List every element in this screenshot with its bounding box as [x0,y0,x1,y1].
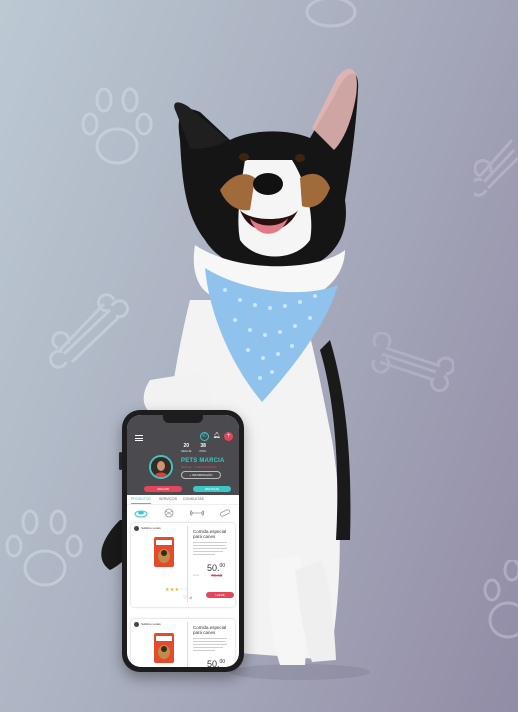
product-description [193,638,231,654]
product-card[interactable]: Sublime Looks Comida especial para canes… [131,619,235,667]
stat-following: 20 SEGUE [181,443,192,453]
avatar[interactable] [149,455,173,479]
profile-subtitle: SEGUE · 1 SEGUIDORES [181,465,217,469]
dog-food-bag-image [154,633,174,663]
product-price: 50.00 [207,563,225,573]
whatsapp-icon[interactable]: ✆ [200,432,209,441]
share-icon[interactable]: ⋞ [189,595,192,600]
price-main: 50. [207,563,220,573]
phone-notch [163,415,203,423]
phone-mockup: ✆ 🔔︎ + 20 SEGUE 38 PRO. PETS MARCIA SEGU… [122,410,244,672]
product-price: 50.00 [207,659,225,667]
stat-label: SEGUE [181,449,192,453]
message-button[interactable]: MENSAJE [193,486,231,492]
app-screen: ✆ 🔔︎ + 20 SEGUE 38 PRO. PETS MARCIA SEGU… [127,415,239,667]
stat-products: 38 PRO. [200,443,207,453]
buy-button[interactable]: LLEVE [206,592,234,598]
add-icon[interactable]: + [224,432,233,441]
bell-icon[interactable]: 🔔︎ [212,432,221,441]
stat-label: PRO. [199,449,207,453]
product-title: Comida especial para canes [193,625,227,635]
dog-illustration [101,68,370,680]
menu-icon[interactable] [135,435,143,441]
rating-stars: ★★★☆☆ [165,587,189,593]
tab-bar: PRODUTOS SERVIÇOS CONSULTAS [127,495,239,505]
price-cents: 00 [219,659,226,665]
profile-header: ✆ 🔔︎ + 20 SEGUE 38 PRO. PETS MARCIA SEGU… [127,415,239,495]
seller-name: Sublime Looks [141,622,161,626]
more-info-button[interactable]: + INFORMAÇÃO [181,471,221,479]
follow-button[interactable]: SEGUIR [144,486,182,492]
profile-stats: 20 SEGUE 38 PRO. [181,443,207,453]
seller-avatar [134,622,139,627]
bone-icon[interactable] [190,508,204,518]
product-title: Comida especial para canes [193,529,227,539]
dog-bed-icon[interactable] [134,508,148,518]
hero-stage: ✆ 🔔︎ + 20 SEGUE 38 PRO. PETS MARCIA SEGU… [0,0,518,712]
seller-name: Sublime Looks [141,526,161,530]
price-main: 50. [207,659,220,667]
tab-services[interactable]: SERVIÇOS [159,497,177,501]
seller-avatar [134,526,139,531]
tab-products[interactable]: PRODUTOS [131,497,151,501]
active-tab-indicator [131,503,151,504]
heart-icon[interactable]: ♡ [183,595,187,601]
dog-food-bag-image [154,537,174,567]
price-cents: 00 [219,563,226,569]
old-price: 70.00 [211,573,223,578]
category-row [127,505,239,521]
product-description [193,542,231,558]
tab-consultations[interactable]: CONSULTAS [183,497,204,501]
profile-name: PETS MARCIA [181,458,225,464]
old-price-label: Antes [193,574,200,577]
ball-icon[interactable] [162,508,176,518]
card-divider [187,622,188,667]
product-card[interactable]: Sublime Looks Comida especial para canes… [131,523,235,607]
bandage-icon[interactable] [218,508,232,518]
